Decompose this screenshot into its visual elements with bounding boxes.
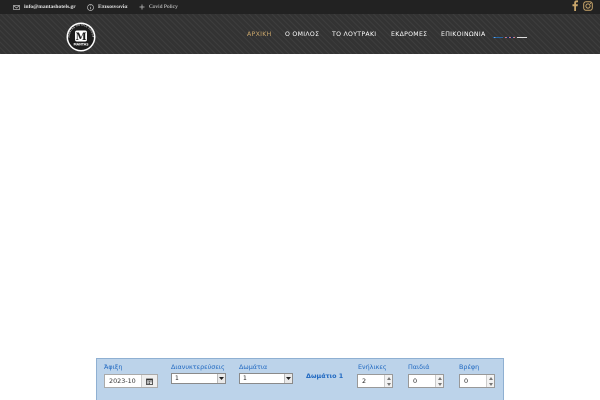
nav-excursions[interactable]: ΕΚΔΡΟΜΕΣ xyxy=(391,14,427,54)
email-text: info@mantashotels.gr xyxy=(24,4,76,10)
nav-home[interactable]: ΑΡΧΙΚΗ xyxy=(247,14,272,54)
chevron-down-icon xyxy=(284,374,292,383)
instagram-link[interactable] xyxy=(582,1,593,13)
logo-letter: M xyxy=(75,32,86,43)
logo-emblem: MANTAS HOTELS GROUP M MANTAS xyxy=(66,22,96,52)
arrival-label: Άφιξη xyxy=(104,363,123,371)
rooms-select[interactable]: 1 xyxy=(239,373,293,384)
facebook-link[interactable] xyxy=(571,0,579,13)
covid-policy-link[interactable]: Covid Policy xyxy=(139,0,178,14)
envelope-icon xyxy=(13,4,20,10)
children-value: 0 xyxy=(413,377,418,385)
rooms-value: 1 xyxy=(243,375,247,382)
rooms-label: Δωμάτια xyxy=(239,363,268,371)
covid-policy-text: Covid Policy xyxy=(149,4,178,10)
site-logo[interactable]: MANTAS HOTELS GROUP M MANTAS xyxy=(66,22,96,52)
children-stepper-buttons xyxy=(435,375,443,387)
calendar-icon[interactable] xyxy=(141,375,157,387)
top-bar: info@mantashotels.gr Επικοινωνία Covid P… xyxy=(0,0,600,14)
decrement-icon[interactable] xyxy=(385,381,392,387)
children-label: Παιδιά xyxy=(408,363,430,371)
adults-stepper[interactable]: 2 xyxy=(357,374,393,388)
children-stepper[interactable]: 0 xyxy=(408,374,444,388)
adults-stepper-buttons xyxy=(384,375,392,387)
decrement-icon[interactable] xyxy=(487,381,494,387)
nav-contact[interactable]: ΕΠΙΚΟΙΝΩΝΙΑ xyxy=(441,14,485,54)
nights-select[interactable]: 1 xyxy=(171,373,226,384)
english-flag-icon[interactable] xyxy=(505,31,515,38)
adults-label: Ενήλικες xyxy=(358,363,387,371)
nav-group[interactable]: Ο ΟΜΙΛΟΣ xyxy=(285,14,319,54)
logo-small-text: MANTAS xyxy=(74,43,90,47)
nights-label: Διανυκτερεύσεις xyxy=(171,363,225,371)
hero-area xyxy=(0,54,600,358)
greek-flag-icon[interactable] xyxy=(493,31,503,38)
contact-link[interactable]: Επικοινωνία xyxy=(87,0,127,14)
contact-text: Επικοινωνία xyxy=(98,4,128,10)
plus-icon xyxy=(139,4,145,10)
infants-label: Βρέφη xyxy=(459,363,480,371)
infants-stepper-buttons xyxy=(486,375,494,387)
nav-loutraki[interactable]: ΤΟ ΛΟΥΤΡΑΚΙ xyxy=(332,14,376,54)
email-link[interactable]: info@mantashotels.gr xyxy=(13,0,76,14)
adults-value: 2 xyxy=(362,377,367,385)
chevron-down-icon xyxy=(217,374,225,383)
infants-value: 0 xyxy=(464,377,469,385)
room-1-title: Δωμάτιο 1 xyxy=(306,372,344,380)
russian-flag-icon[interactable] xyxy=(517,31,527,38)
arrival-date-value: 2023-10 xyxy=(109,377,136,385)
info-icon xyxy=(87,3,94,11)
nights-value: 1 xyxy=(175,375,179,382)
arrival-date-field[interactable]: 2023-10 xyxy=(104,374,158,388)
decrement-icon[interactable] xyxy=(436,381,443,387)
infants-stepper[interactable]: 0 xyxy=(459,374,495,388)
